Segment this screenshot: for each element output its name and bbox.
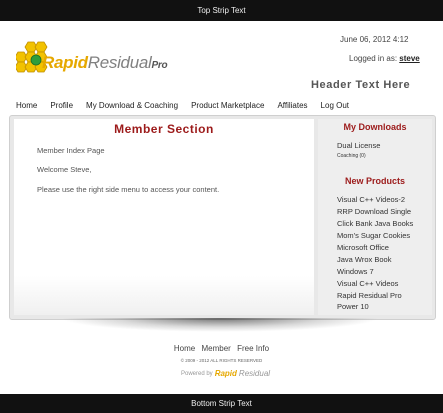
nav-profile[interactable]: Profile [50, 101, 73, 110]
nav-logout[interactable]: Log Out [321, 101, 349, 110]
page-label: Member Index Page [37, 146, 105, 155]
bottom-strip: Bottom Strip Text [0, 394, 443, 413]
product-link[interactable]: Click Bank Java Books [337, 219, 413, 228]
top-strip: Top Strip Text [0, 0, 443, 21]
nav-product-marketplace[interactable]: Product Marketplace [191, 101, 264, 110]
nav-download-coaching[interactable]: My Download & Coaching [86, 101, 178, 110]
nav-home[interactable]: Home [16, 101, 37, 110]
product-link[interactable]: Java Wrox Book [337, 255, 391, 264]
login-prefix: Logged in as: [349, 54, 398, 63]
main-content: Member Section Member Index Page Welcome… [14, 119, 314, 315]
products-heading: New Products [344, 176, 405, 186]
footer-nav: Home Member Free Info [0, 344, 443, 353]
powered-logo-rapid[interactable]: Rapid [215, 369, 237, 378]
welcome-text: Welcome Steve, [37, 165, 92, 174]
login-status: Logged in as: steve [349, 54, 420, 63]
product-link[interactable]: Rapid Residual Pro [337, 291, 402, 300]
product-link[interactable]: Power 10 [337, 302, 369, 311]
product-link[interactable]: Windows 7 [337, 267, 374, 276]
product-link[interactable]: Microsoft Office [337, 243, 389, 252]
logo-word-residual: Residual [87, 53, 152, 72]
powered-by-label: Powered by [181, 370, 213, 377]
footer-link-free-info[interactable]: Free Info [237, 344, 269, 353]
username-link[interactable]: steve [399, 54, 419, 63]
download-item[interactable]: Dual License [337, 141, 380, 150]
logo-word-rapid: Rapid [42, 53, 88, 72]
product-link[interactable]: Visual C++ Videos-2 [337, 195, 405, 204]
downloads-heading: My Downloads [343, 122, 407, 132]
sidebar: My Downloads Dual License Coaching (0) N… [318, 119, 432, 315]
logo-wordmark: RapidResidualPro [42, 53, 168, 73]
product-link[interactable]: RRP Download Single [337, 207, 411, 216]
product-link[interactable]: Mom's Sugar Cookies [337, 231, 410, 240]
product-link[interactable]: Visual C++ Videos [337, 279, 398, 288]
footer-link-home[interactable]: Home [174, 344, 195, 353]
panel-shadow [60, 318, 380, 332]
powered-logo-residual[interactable]: Residual [239, 369, 270, 378]
logo-word-pro: Pro [151, 60, 168, 71]
powered-by: Powered by Rapid Residual [181, 369, 270, 378]
site-logo[interactable]: RapidResidualPro [16, 40, 168, 90]
page-title: Member Section [114, 122, 214, 136]
current-date: June 06, 2012 4:12 [340, 35, 409, 44]
copyright-text: © 2009 - 2012 ALL RIGHTS RESERVED [180, 358, 263, 363]
instruction-text: Please use the right side menu to access… [37, 185, 220, 194]
main-nav: Home Profile My Download & Coaching Prod… [16, 101, 362, 110]
nav-affiliates[interactable]: Affiliates [277, 101, 307, 110]
footer-link-member[interactable]: Member [201, 344, 230, 353]
header-text: Header Text Here [311, 79, 411, 91]
download-item-sub[interactable]: Coaching (0) [337, 153, 366, 159]
